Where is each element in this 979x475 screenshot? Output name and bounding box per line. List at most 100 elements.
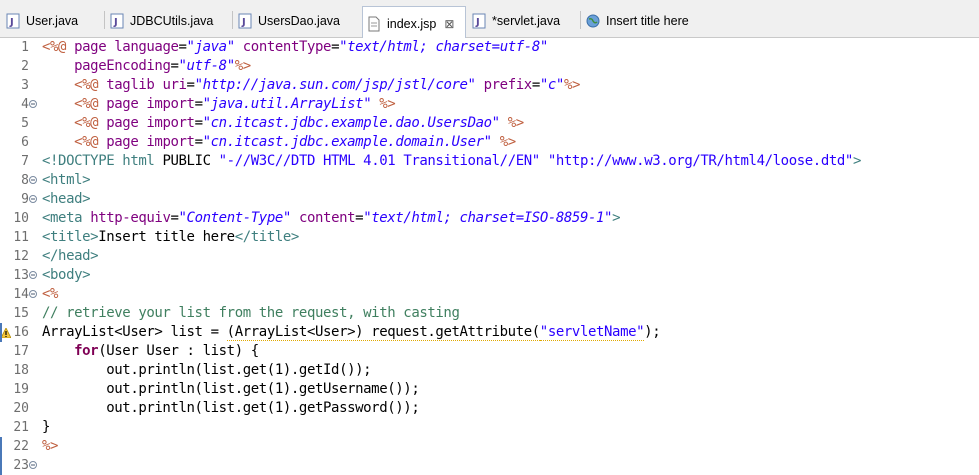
- tab-label: *servlet.java: [492, 14, 561, 28]
- tab-user-java[interactable]: J User.java: [2, 8, 102, 34]
- code-line[interactable]: 1 <%@ page language="java" contentType="t…: [0, 38, 979, 57]
- code-line[interactable]: 4 <%@ page import="java.util.ArrayList" …: [0, 95, 979, 114]
- code-line[interactable]: 2 pageEncoding="utf-8"%>: [0, 57, 979, 76]
- line-number: 20: [13, 401, 29, 416]
- tab-separator: [232, 11, 233, 29]
- editor-tab-bar: J User.java J JDBCUtils.java J UsersDao.…: [0, 0, 979, 38]
- code-editor[interactable]: 1 <%@ page language="java" contentType="t…: [0, 38, 979, 475]
- code-text: <title>Insert title here</title>: [42, 229, 299, 245]
- code-line[interactable]: 5 <%@ page import="cn.itcast.jdbc.exampl…: [0, 114, 979, 133]
- code-line[interactable]: 11 <title>Insert title here</title>: [0, 228, 979, 247]
- fold-toggle-icon[interactable]: [29, 461, 37, 469]
- line-number: 5: [21, 116, 29, 131]
- line-number: 10: [13, 211, 29, 226]
- java-file-icon: J: [238, 13, 252, 29]
- code-text: <html>: [42, 172, 91, 188]
- java-file-icon: J: [6, 13, 20, 29]
- code-text: <%@ page import="cn.itcast.jdbc.example.…: [74, 134, 516, 150]
- line-number: 12: [13, 249, 29, 264]
- code-line[interactable]: 19 out.println(list.get(1).getUsername()…: [0, 380, 979, 399]
- line-number: 14: [13, 287, 29, 302]
- code-line[interactable]: 10 <meta http-equiv="Content-Type" conten…: [0, 209, 979, 228]
- tab-separator: [580, 11, 581, 29]
- svg-text:J: J: [475, 17, 480, 28]
- line-number: 18: [13, 363, 29, 378]
- code-text: <%: [42, 286, 59, 302]
- line-number: 22: [13, 439, 29, 454]
- code-text: <%@ page language="java" contentType="te…: [42, 39, 548, 55]
- jsp-file-icon: [367, 16, 381, 32]
- line-number: 15: [13, 306, 29, 321]
- line-number: 6: [21, 135, 29, 150]
- code-text: for(User User : list) {: [74, 343, 259, 359]
- code-line[interactable]: 20 out.println(list.get(1).getPassword()…: [0, 399, 979, 418]
- code-text: }: [42, 419, 51, 435]
- fold-toggle-icon[interactable]: [29, 176, 37, 184]
- svg-text:J: J: [9, 17, 14, 28]
- line-number: 8: [21, 173, 29, 188]
- fold-toggle-icon[interactable]: [29, 290, 37, 298]
- tab-insert-title-here[interactable]: Insert title here: [582, 8, 722, 34]
- line-number: 2: [21, 59, 29, 74]
- code-text: pageEncoding="utf-8"%>: [74, 58, 251, 74]
- tab-label: index.jsp: [387, 16, 437, 31]
- tab-separator: [104, 11, 105, 29]
- svg-text:J: J: [241, 17, 246, 28]
- change-marker: [0, 323, 2, 342]
- code-line[interactable]: 21}: [0, 418, 979, 437]
- tab-label: JDBCUtils.java: [130, 14, 214, 28]
- code-line[interactable]: 17 for(User User : list) {: [0, 342, 979, 361]
- code-text: <!DOCTYPE html PUBLIC "-//W3C//DTD HTML …: [42, 153, 861, 169]
- globe-icon: [586, 13, 600, 29]
- line-number: 23: [13, 458, 29, 473]
- code-text: out.println(list.get(1).getPassword());: [42, 400, 420, 416]
- tab-servlet-java[interactable]: J *servlet.java: [468, 8, 580, 34]
- code-line[interactable]: 3 <%@ taglib uri="http://java.sun.com/js…: [0, 76, 979, 95]
- code-line[interactable]: 12 </head>: [0, 247, 979, 266]
- line-number: 21: [13, 420, 29, 435]
- line-number: 7: [21, 154, 29, 169]
- code-text: <body>: [42, 267, 91, 283]
- code-line[interactable]: 13 <body>: [0, 266, 979, 285]
- line-number: 19: [13, 382, 29, 397]
- code-text: <meta http-equiv="Content-Type" content=…: [42, 210, 621, 226]
- tab-jdbcutils-java[interactable]: J JDBCUtils.java: [106, 8, 232, 34]
- fold-toggle-icon[interactable]: [29, 195, 37, 203]
- code-line[interactable]: 18 out.println(list.get(1).getId());: [0, 361, 979, 380]
- tab-usersdao-java[interactable]: J UsersDao.java: [234, 8, 362, 34]
- code-text: %>: [42, 438, 59, 454]
- line-number: 11: [13, 230, 29, 245]
- line-number: 1: [21, 40, 29, 55]
- code-text: <%@ taglib uri="http://java.sun.com/jsp/…: [74, 77, 580, 93]
- close-tab-icon[interactable]: ⊠: [444, 17, 454, 31]
- code-line[interactable]: 8 <html>: [0, 171, 979, 190]
- code-text: out.println(list.get(1).getId());: [42, 362, 372, 378]
- tab-index-jsp[interactable]: index.jsp ⊠: [362, 6, 466, 38]
- change-marker: [0, 437, 2, 475]
- code-text: ArrayList<User> list = (ArrayList<User>)…: [42, 324, 661, 341]
- code-line[interactable]: 7 <!DOCTYPE html PUBLIC "-//W3C//DTD HTML…: [0, 152, 979, 171]
- svg-text:J: J: [113, 17, 118, 28]
- line-number: 17: [13, 344, 29, 359]
- code-line[interactable]: 15 // retrieve your list from the request…: [0, 304, 979, 323]
- line-number: 4: [21, 97, 29, 112]
- code-line[interactable]: 6 <%@ page import="cn.itcast.jdbc.exampl…: [0, 133, 979, 152]
- tab-label: User.java: [26, 14, 79, 28]
- code-line[interactable]: 9 <head>: [0, 190, 979, 209]
- code-line[interactable]: 16 ArrayList<User> list = (ArrayList<User…: [0, 323, 979, 342]
- code-text: <%@ page import="java.util.ArrayList" %>: [74, 96, 396, 112]
- tab-label: Insert title here: [606, 14, 689, 28]
- line-number: 3: [21, 78, 29, 93]
- warning-icon[interactable]: [1, 328, 11, 338]
- code-text: </head>: [42, 248, 99, 264]
- fold-toggle-icon[interactable]: [29, 271, 37, 279]
- fold-toggle-icon[interactable]: [29, 100, 37, 108]
- code-line[interactable]: 22 %>: [0, 437, 979, 456]
- tab-label: UsersDao.java: [258, 14, 340, 28]
- line-number: 13: [13, 268, 29, 283]
- code-text: // retrieve your list from the request, …: [42, 305, 460, 321]
- code-line[interactable]: 23: [0, 456, 979, 475]
- code-line[interactable]: 14 <%: [0, 285, 979, 304]
- code-text: <%@ page import="cn.itcast.jdbc.example.…: [74, 115, 524, 131]
- java-file-icon: J: [110, 13, 124, 29]
